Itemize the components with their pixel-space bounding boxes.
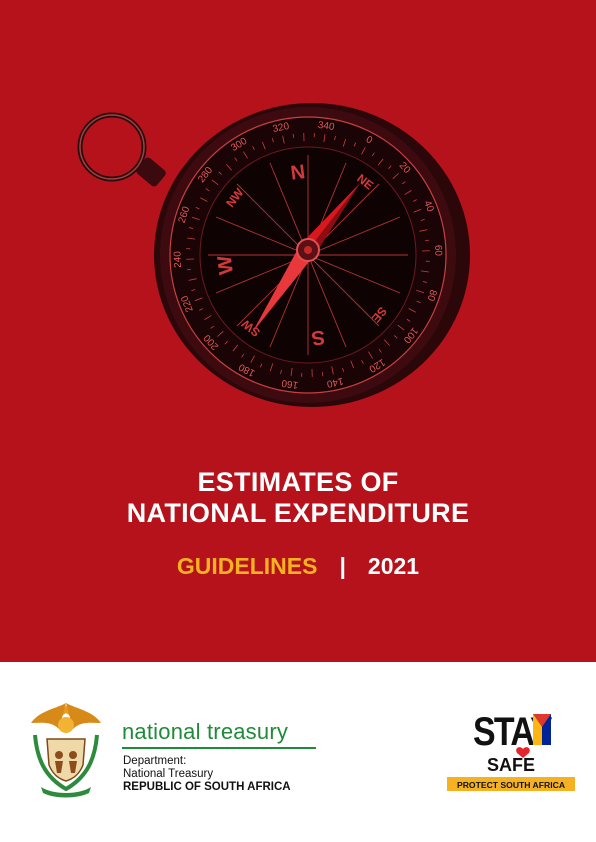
subtitle-guidelines: GUIDELINES bbox=[176, 553, 318, 579]
coat-of-arms-icon bbox=[31, 703, 101, 798]
compass-direction-label: S bbox=[310, 325, 326, 348]
dept-line-2: National Treasury bbox=[123, 768, 214, 780]
compass-direction-label: N bbox=[289, 161, 306, 185]
compass-direction-label: W bbox=[214, 254, 238, 276]
subtitle-year: 2021 bbox=[367, 553, 420, 579]
subtitle: GUIDELINES | 2021 bbox=[0, 553, 596, 580]
compass-degree-label: 160 bbox=[280, 377, 298, 390]
footer: national treasury Department: National T… bbox=[0, 662, 596, 842]
title-line-1: ESTIMATES OF bbox=[197, 467, 399, 497]
dept-line-3: REPUBLIC OF SOUTH AFRICA bbox=[123, 781, 291, 793]
cover-panel: 0 20 40 60 80 100 120 140 160 180 200 220 240 260 280 3… bbox=[0, 0, 596, 662]
compass-degree-label: 240 bbox=[172, 251, 184, 268]
compass-icon: 0204060801001201401601802002202402602803… bbox=[77, 103, 470, 407]
subtitle-separator: | bbox=[339, 553, 346, 579]
stay-safe-logo: STAY SAFE PROTECT SOUTH AFRICA bbox=[447, 710, 575, 791]
compass-degree-label: 60 bbox=[432, 245, 443, 257]
dept-line-1: Department: bbox=[123, 755, 187, 767]
department-block: Department: National Treasury REPUBLIC O… bbox=[123, 755, 291, 794]
safe-word: SAFE bbox=[487, 755, 535, 775]
brand-name: national treasury bbox=[122, 719, 289, 744]
stay-safe-tagline: PROTECT SOUTH AFRICA bbox=[457, 780, 565, 790]
title-line-2: NATIONAL EXPENDITURE bbox=[126, 498, 470, 528]
brand-divider bbox=[122, 747, 316, 749]
